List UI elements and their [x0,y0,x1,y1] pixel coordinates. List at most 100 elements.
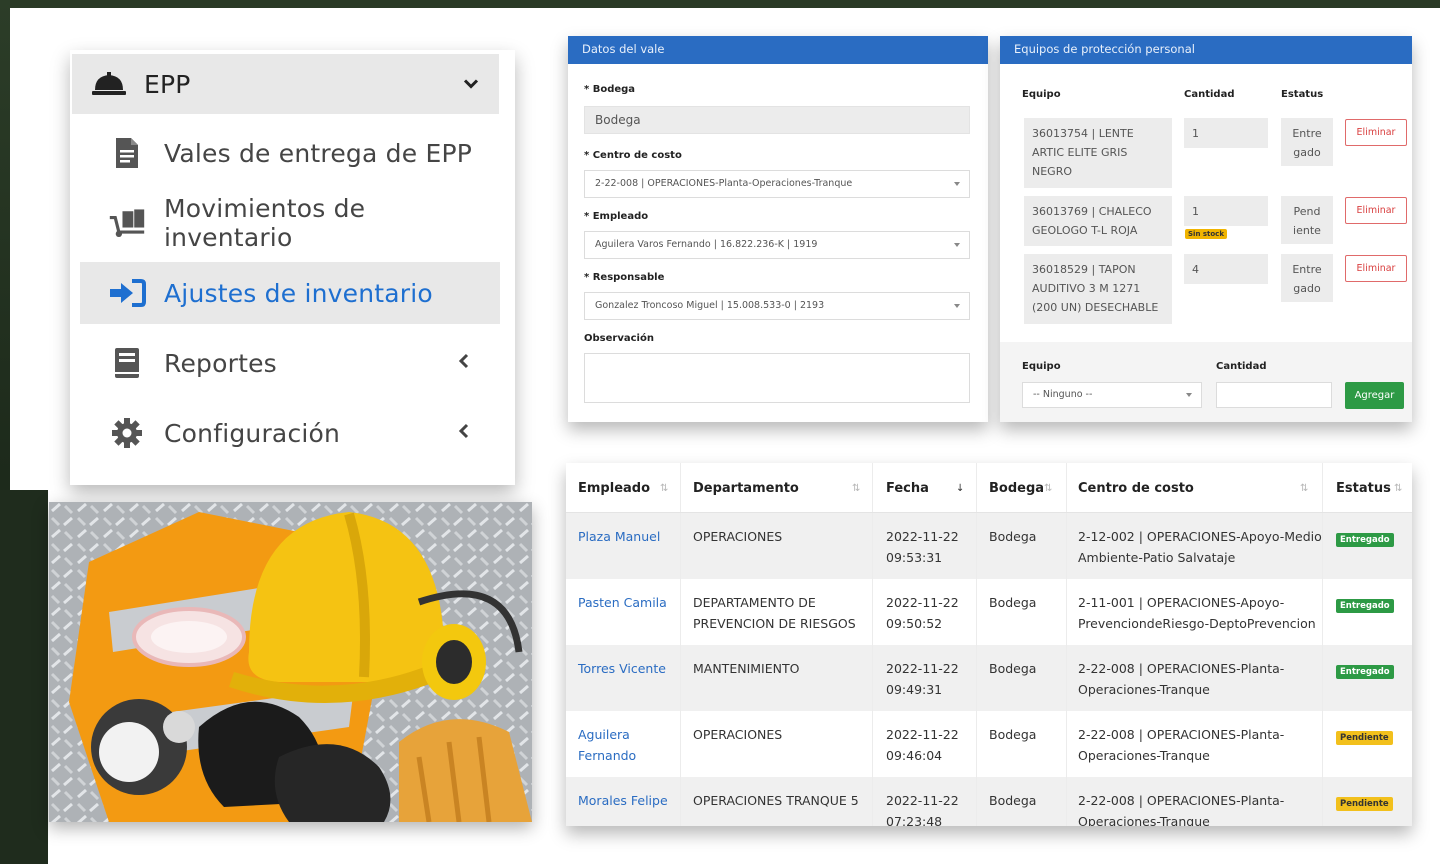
cell-text: 2-22-008 | OPERACIONES-Planta- [1078,793,1285,808]
cell-empleado[interactable]: Torres Vicente [578,658,666,679]
header-empleado[interactable]: Empleado [578,481,650,496]
header-departamento[interactable]: Departamento [693,481,799,496]
observacion-textarea[interactable] [584,353,970,403]
empleado-label: * Empleado [584,211,649,222]
ppe-item-qty[interactable]: 4 [1184,254,1268,284]
ppe-item-status: Entre gado [1281,254,1333,302]
col-estatus: Estatus [1281,89,1324,100]
cell-empleado[interactable]: Morales Felipe [578,790,668,811]
cell-empleado[interactable]: Aguilera Fernando [578,724,636,766]
cell-bodega: Bodega [989,661,1037,676]
add-equipo-value: -- Ninguno -- [1033,389,1093,400]
cell-text: Ambiente-Patio Salvataje [1078,550,1236,565]
cell-text: Operaciones-Tranque [1078,814,1210,826]
caret-down-icon [954,182,960,186]
cell-text: Aguilera [578,727,630,742]
background-bottom-left [0,490,48,864]
sidebar-item-ajustes[interactable]: Ajustes de inventario [80,262,500,324]
header-estatus[interactable]: Estatus [1336,481,1391,496]
cell-centro-costo: 2-11-001 | OPERACIONES-Apoyo- Prevenciond… [1078,592,1316,634]
ppe-status-line: Entre [1292,263,1322,276]
sidebar-item-reportes[interactable]: Reportes [80,332,500,394]
sign-in-arrow-icon [108,276,146,310]
header-fecha[interactable]: Fecha [886,481,929,496]
cell-departamento: OPERACIONES [693,724,782,745]
add-cantidad-label: Cantidad [1216,361,1267,372]
responsable-select[interactable]: Gonzalez Troncoso Miguel | 15.008.533-0 … [584,292,970,320]
cell-text: Fernando [578,748,637,763]
sort-icon[interactable]: ⇅ [1394,483,1402,494]
cell-fecha: 2022-11-22 07:23:48 [886,790,959,826]
cell-text: 09:50:52 [886,616,943,631]
cell-fecha: 2022-11-22 09:53:31 [886,526,959,568]
ppe-item-line: NEGRO [1032,165,1073,178]
bodega-field[interactable]: Bodega [584,106,970,134]
ppe-item-line: AUDITIVO 3 M 1271 [1032,282,1141,295]
add-equipo-select[interactable]: -- Ninguno -- [1022,382,1202,408]
sidebar-item-label: Movimientos de inventario [164,194,366,252]
vouchers-table: Empleado ⇅ Departamento ⇅ Fecha ↓ Bodega… [566,463,1412,826]
ppe-item-name: 36013769 | CHALECO GEOLOGO T-L ROJA [1024,196,1172,246]
cell-empleado[interactable]: Plaza Manuel [578,526,660,547]
cell-text: 09:46:04 [886,748,943,763]
cell-text: PrevenciondeRiesgo-DeptoPrevencion [1078,616,1316,631]
header-bodega[interactable]: Bodega [989,481,1044,496]
ppe-title: Equipos de protección personal [1000,36,1412,64]
cell-bodega: Bodega [989,727,1037,742]
cell-text: OPERACIONES [693,727,783,742]
cell-centro-costo: 2-22-008 | OPERACIONES-Planta- Operacione… [1078,724,1284,766]
cell-bodega: Bodega [989,595,1037,610]
delete-button[interactable]: Eliminar [1345,197,1407,224]
col-equipo: Equipo [1022,89,1061,100]
sort-icon[interactable]: ⇅ [660,483,668,494]
ppe-item-name: 36018529 | TAPON AUDITIVO 3 M 1271 (200 … [1024,254,1172,324]
sidebar-menu: EPP Vales de entrega de EPP Movimientos … [70,50,515,485]
ppe-item-status: Pend iente [1281,196,1333,244]
sort-desc-icon[interactable]: ↓ [956,483,964,494]
dolly-icon [108,206,146,240]
ppe-item-qty[interactable]: 1 [1184,196,1268,226]
delete-button[interactable]: Eliminar [1345,119,1407,146]
cell-bodega: Bodega [989,793,1037,808]
sidebar-header-epp[interactable]: EPP [72,54,499,114]
cell-text: 2022-11-22 [886,727,959,742]
cell-centro-costo: 2-22-008 | OPERACIONES-Planta- Operacione… [1078,790,1284,826]
sort-icon[interactable]: ⇅ [1044,483,1052,494]
status-badge: Entregado [1336,533,1394,547]
add-cantidad-input[interactable] [1216,382,1332,408]
cell-text: MANTENIMIENTO [693,661,800,676]
cell-text: Torres Vicente [578,661,666,676]
cell-departamento: DEPARTAMENTO DE PREVENCION DE RIESGOS [693,592,856,634]
cell-text: 2022-11-22 [886,793,959,808]
header-centro-costo[interactable]: Centro de costo [1078,481,1194,496]
sidebar-item-movimientos[interactable]: Movimientos de inventario [80,192,500,254]
ppe-status-line: Entre [1292,127,1322,140]
sidebar-item-label: Reportes [164,348,277,378]
ppe-item-line: GEOLOGO T-L ROJA [1032,224,1138,237]
cell-empleado[interactable]: Pasten Camila [578,592,667,613]
sort-icon[interactable]: ⇅ [1300,483,1308,494]
status-badge: Entregado [1336,665,1394,679]
sidebar-item-label: Configuración [164,418,341,448]
empleado-select[interactable]: Aguilera Varos Fernando | 16.822.236-K |… [584,231,970,259]
sidebar-item-vales[interactable]: Vales de entrega de EPP [80,122,500,184]
caret-down-icon [954,243,960,247]
cell-centro-costo: 2-12-002 | OPERACIONES-Apoyo-Medio Ambien… [1078,526,1322,568]
row-cells: Pasten Camila DEPARTAMENTO DE PREVENCION … [566,579,1412,645]
centro-costo-select[interactable]: 2-22-008 | OPERACIONES-Planta-Operacione… [584,170,970,198]
add-button[interactable]: Agregar [1345,382,1404,409]
ppe-item-line: ARTIC ELITE GRIS [1032,146,1128,159]
ppe-status-line: gado [1293,282,1321,295]
cell-text: 2-22-008 | OPERACIONES-Planta- [1078,661,1285,676]
cell-text: 2022-11-22 [886,661,959,676]
delete-button[interactable]: Eliminar [1345,255,1407,282]
sidebar-item-configuracion[interactable]: Configuración [80,402,500,464]
ppe-item-qty[interactable]: 1 [1184,118,1268,148]
ppe-item-line: 36013754 | LENTE [1032,127,1134,140]
cell-text: OPERACIONES TRANQUE 5 [693,793,859,808]
book-icon [108,346,146,380]
status-badge: Entregado [1336,599,1394,613]
empleado-value: Aguilera Varos Fernando | 16.822.236-K |… [595,239,818,250]
chevron-left-icon [458,353,470,373]
sort-icon[interactable]: ⇅ [852,483,860,494]
